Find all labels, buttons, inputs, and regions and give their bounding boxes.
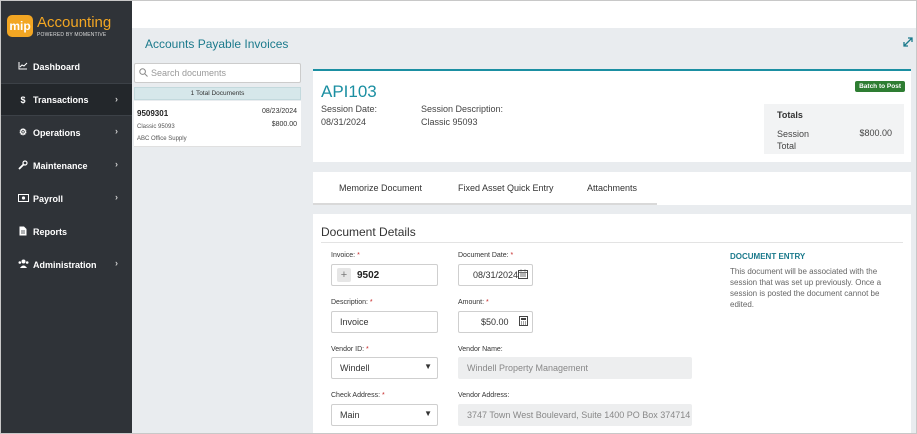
session-date-label: Session Date: [321, 104, 378, 114]
session-total-label: Session Total [777, 129, 810, 151]
app-logo[interactable]: mip Accounting POWERED BY MOMENTIVE [7, 9, 111, 43]
top-bar [132, 1, 916, 28]
sidebar-item-payroll[interactable]: Payroll › [1, 182, 132, 215]
vendor-name-field: Windell Property Management [458, 357, 692, 379]
description-label: Description: * [331, 299, 373, 306]
document-entry-title: DOCUMENT ENTRY [730, 252, 806, 261]
check-address-value: Main [340, 410, 360, 420]
logo-mark: mip [7, 15, 33, 37]
sidebar-item-label: Operations [33, 127, 81, 138]
session-description-label: Session Description: [421, 104, 504, 114]
calendar-icon[interactable] [518, 269, 528, 282]
app-window: mip Accounting POWERED BY MOMENTIVE Dash… [0, 0, 917, 434]
vendor-id-select[interactable]: Windell ▼ [331, 357, 438, 379]
page-title: Accounts Payable Invoices [145, 37, 289, 51]
session-card: API103 Batch to Post Session Date: 08/31… [313, 69, 911, 162]
document-date-value: 08/31/2024 [473, 270, 519, 280]
amount-label: Amount: * [458, 299, 489, 306]
tab-attachments[interactable]: Attachments [587, 183, 637, 193]
calculator-icon[interactable] [519, 316, 528, 329]
sidebar-item-dashboard[interactable]: Dashboard [1, 50, 132, 83]
total-documents-count: 1 Total Documents [134, 87, 301, 100]
sidebar-item-operations[interactable]: ⚙ Operations › [1, 116, 132, 149]
tabs-underline [313, 203, 657, 205]
vendor-name-value: Windell Property Management [467, 363, 589, 373]
divider [321, 242, 903, 243]
search-input[interactable] [151, 68, 291, 78]
batch-to-post-button[interactable]: Batch to Post [855, 81, 905, 92]
vendor-address-field: 3747 Town West Boulevard, Suite 1400 PO … [458, 404, 692, 426]
logo-title: Accounting [37, 13, 112, 31]
document-vendor: ABC Office Supply [137, 136, 187, 142]
sidebar-item-transactions[interactable]: $ Transactions › [1, 83, 132, 116]
plus-icon[interactable]: + [337, 268, 351, 282]
sidebar-item-label: Payroll [33, 193, 64, 204]
session-id: API103 [321, 82, 377, 101]
sidebar-item-label: Transactions [33, 94, 89, 105]
document-number: 9509301 [137, 109, 169, 118]
invoice-value: 9502 [357, 269, 380, 281]
file-icon [17, 226, 29, 238]
vendor-id-value: Windell [340, 363, 370, 373]
document-date: 08/23/2024 [261, 108, 297, 115]
chart-line-icon [17, 61, 29, 72]
session-date-value: 08/31/2024 [321, 117, 367, 127]
sidebar-item-label: Reports [33, 226, 68, 237]
wrench-icon [17, 159, 29, 172]
document-amount: $800.00 [271, 121, 297, 128]
tab-memorize-document[interactable]: Memorize Document [339, 183, 422, 193]
check-address-label: Check Address: * [331, 392, 385, 399]
vendor-name-label: Vendor Name: [458, 346, 503, 353]
document-description: Classic 95093 [137, 124, 175, 130]
dollar-icon: $ [20, 94, 26, 105]
page-header: Accounts Payable Invoices [132, 28, 916, 60]
search-icon [139, 67, 148, 79]
vendor-id-label: Vendor ID: * [331, 346, 369, 353]
document-date-label: Document Date: * [458, 252, 514, 259]
sidebar-item-label: Maintenance [33, 160, 88, 171]
sidebar-item-label: Dashboard [33, 61, 81, 72]
totals-title: Totals [777, 110, 803, 120]
amount-field[interactable]: $50.00 [458, 311, 533, 333]
action-tabs: Memorize Document Fixed Asset Quick Entr… [313, 172, 911, 205]
sidebar-nav: Dashboard $ Transactions › ⚙ Operations … [1, 50, 132, 281]
session-description-value: Classic 95093 [421, 117, 478, 127]
vendor-address-label: Vendor Address: [458, 392, 510, 399]
section-title: Document Details [321, 225, 416, 239]
description-value: Invoice [340, 317, 369, 327]
chevron-right-icon: › [115, 94, 118, 104]
sidebar-item-maintenance[interactable]: Maintenance › [1, 149, 132, 182]
amount-value: $50.00 [481, 317, 509, 327]
tab-fixed-asset-quick-entry[interactable]: Fixed Asset Quick Entry [458, 183, 554, 193]
document-date-field[interactable]: 08/31/2024 [458, 264, 533, 286]
chevron-right-icon: › [115, 192, 118, 202]
invoice-label: Invoice: * [331, 252, 360, 259]
invoice-field[interactable]: + 9502 [331, 264, 438, 286]
chevron-down-icon: ▼ [424, 409, 432, 418]
list-item[interactable]: 9509301 08/23/2024 Classic 95093 $800.00… [134, 101, 301, 147]
money-bill-icon [17, 193, 29, 204]
chevron-right-icon: › [115, 159, 118, 169]
document-entry-help: This document will be associated with th… [730, 267, 882, 309]
description-field[interactable]: Invoice [331, 311, 438, 333]
document-details-panel: Document Details Invoice: * + 9502 Docum… [313, 214, 911, 433]
totals-panel: Totals Session Total $800.00 [764, 104, 904, 154]
sidebar-item-administration[interactable]: Administration › [1, 248, 132, 281]
users-icon [17, 259, 29, 270]
expand-icon[interactable] [902, 36, 914, 48]
cogs-icon: ⚙ [18, 127, 28, 137]
logo-subtitle: POWERED BY MOMENTIVE [37, 31, 107, 38]
check-address-select[interactable]: Main ▼ [331, 404, 438, 426]
search-documents[interactable] [134, 63, 301, 83]
vendor-address-value: 3747 Town West Boulevard, Suite 1400 PO … [467, 410, 691, 420]
chevron-right-icon: › [115, 258, 118, 268]
sidebar-item-reports[interactable]: Reports [1, 215, 132, 248]
session-total-value: $800.00 [859, 128, 892, 138]
sidebar-item-label: Administration [33, 259, 97, 270]
sidebar: mip Accounting POWERED BY MOMENTIVE Dash… [1, 1, 132, 433]
chevron-down-icon: ▼ [424, 362, 432, 371]
chevron-right-icon: › [115, 126, 118, 136]
